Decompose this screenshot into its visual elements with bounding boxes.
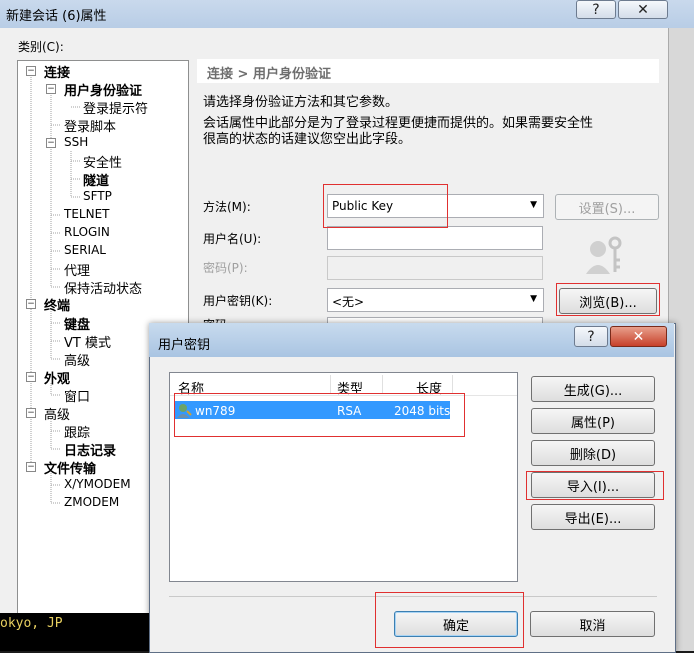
tree-item-security[interactable]: 安全性: [83, 152, 122, 171]
dialog-help-button[interactable]: ?: [574, 326, 608, 347]
password-label: 密码(P):: [203, 261, 248, 275]
tree-expander[interactable]: −: [26, 299, 36, 309]
tree-item-zmodem[interactable]: ZMODEM: [64, 495, 119, 509]
tree-item-keep-alive[interactable]: 保持活动状态: [64, 278, 142, 297]
export-button[interactable]: 导出(E)...: [531, 504, 655, 530]
tree-expander[interactable]: −: [26, 408, 36, 418]
column-header-type[interactable]: 类型: [337, 378, 363, 397]
method-select-value: Public Key: [332, 199, 394, 213]
tree-item-advanced[interactable]: 高级: [44, 404, 70, 423]
column-divider: [382, 375, 383, 393]
tree-item-file-transfer[interactable]: 文件传输: [44, 458, 96, 477]
close-icon: ✕: [637, 1, 649, 18]
column-divider: [330, 375, 331, 393]
help-icon: ?: [592, 1, 600, 18]
delete-button[interactable]: 删除(D): [531, 440, 655, 466]
auth-description-1: 请选择身份验证方法和其它参数。: [203, 95, 399, 110]
main-close-button[interactable]: ✕: [618, 0, 668, 19]
main-window-title: 新建会话 (6)属性: [6, 9, 107, 24]
tree-item-tunnel[interactable]: 隧道: [83, 170, 109, 189]
tree-item-rlogin[interactable]: RLOGIN: [64, 225, 110, 239]
settings-button[interactable]: 设置(S)...: [555, 194, 659, 220]
tree-item-appearance[interactable]: 外观: [44, 368, 70, 387]
key-length: 2048 bits: [394, 404, 451, 418]
ok-button[interactable]: 确定: [394, 611, 518, 637]
method-select[interactable]: Public Key ▼: [327, 194, 544, 218]
section-header: 连接 > 用户身份验证: [197, 59, 659, 83]
password-input[interactable]: [327, 256, 543, 280]
username-input[interactable]: [327, 226, 543, 250]
column-divider: [452, 375, 453, 393]
dropdown-arrow-icon: ▼: [530, 294, 537, 304]
terminal-text: okyo, JP: [0, 616, 63, 631]
help-icon: ?: [587, 328, 595, 345]
tree-item-proxy[interactable]: 代理: [64, 260, 90, 279]
userkey-label: 用户密钥(K):: [203, 294, 273, 308]
dialog-separator: [169, 596, 657, 597]
dialog-close-button[interactable]: ✕: [610, 326, 667, 347]
username-label: 用户名(U):: [203, 232, 262, 246]
tree-item-terminal-advanced[interactable]: 高级: [64, 350, 90, 369]
tree-item-login-script[interactable]: 登录脚本: [64, 116, 116, 135]
passphrase-label: 密码: [203, 316, 227, 323]
tree-item-logging[interactable]: 日志记录: [64, 440, 116, 459]
column-header-length[interactable]: 长度: [416, 378, 442, 397]
key-file-icon: [177, 404, 192, 418]
tree-item-ssh[interactable]: SSH: [64, 135, 88, 149]
tree-item-login-prompt[interactable]: 登录提示符: [83, 98, 148, 117]
tree-expander[interactable]: −: [46, 138, 56, 148]
main-help-button[interactable]: ?: [576, 0, 616, 19]
category-label: 类别(C):: [18, 40, 64, 54]
properties-button[interactable]: 属性(P): [531, 408, 655, 434]
key-name: wn789: [195, 404, 236, 418]
tree-item-connection[interactable]: 连接: [44, 62, 70, 81]
dropdown-arrow-icon: ▼: [530, 200, 537, 210]
auth-description-3: 很高的状态的话建议您空出此字段。: [203, 132, 412, 147]
generate-button[interactable]: 生成(G)...: [531, 376, 655, 402]
tree-item-telnet[interactable]: TELNET: [64, 207, 110, 221]
dialog-title: 用户密钥: [158, 338, 211, 353]
userkey-select[interactable]: <无> ▼: [327, 288, 544, 312]
column-header-name[interactable]: 名称: [178, 378, 204, 397]
tree-item-vt-mode[interactable]: VT 模式: [64, 332, 111, 351]
section-breadcrumb: 连接 > 用户身份验证: [207, 67, 331, 82]
key-type: RSA: [337, 404, 362, 418]
tree-item-sftp[interactable]: SFTP: [83, 189, 112, 203]
tree-expander[interactable]: −: [46, 84, 56, 94]
user-key-icon: [586, 236, 622, 274]
tree-item-terminal[interactable]: 终端: [44, 295, 70, 314]
userkey-select-value: <无>: [332, 295, 365, 309]
tree-expander[interactable]: −: [26, 372, 36, 382]
tree-item-trace[interactable]: 跟踪: [64, 422, 90, 441]
cancel-button[interactable]: 取消: [530, 611, 655, 637]
tree-item-serial[interactable]: SERIAL: [64, 243, 106, 257]
close-icon: ✕: [632, 328, 645, 345]
browse-button[interactable]: 浏览(B)...: [559, 288, 657, 314]
tree-expander[interactable]: −: [26, 66, 36, 76]
tree-item-keyboard[interactable]: 键盘: [64, 314, 90, 333]
tree-item-xymodem[interactable]: X/YMODEM: [64, 477, 131, 491]
tree-item-user-auth[interactable]: 用户身份验证: [64, 80, 142, 99]
import-button[interactable]: 导入(I)...: [531, 472, 655, 498]
method-label: 方法(M):: [203, 200, 251, 214]
tree-item-window[interactable]: 窗口: [64, 386, 90, 405]
tree-expander[interactable]: −: [26, 462, 36, 472]
